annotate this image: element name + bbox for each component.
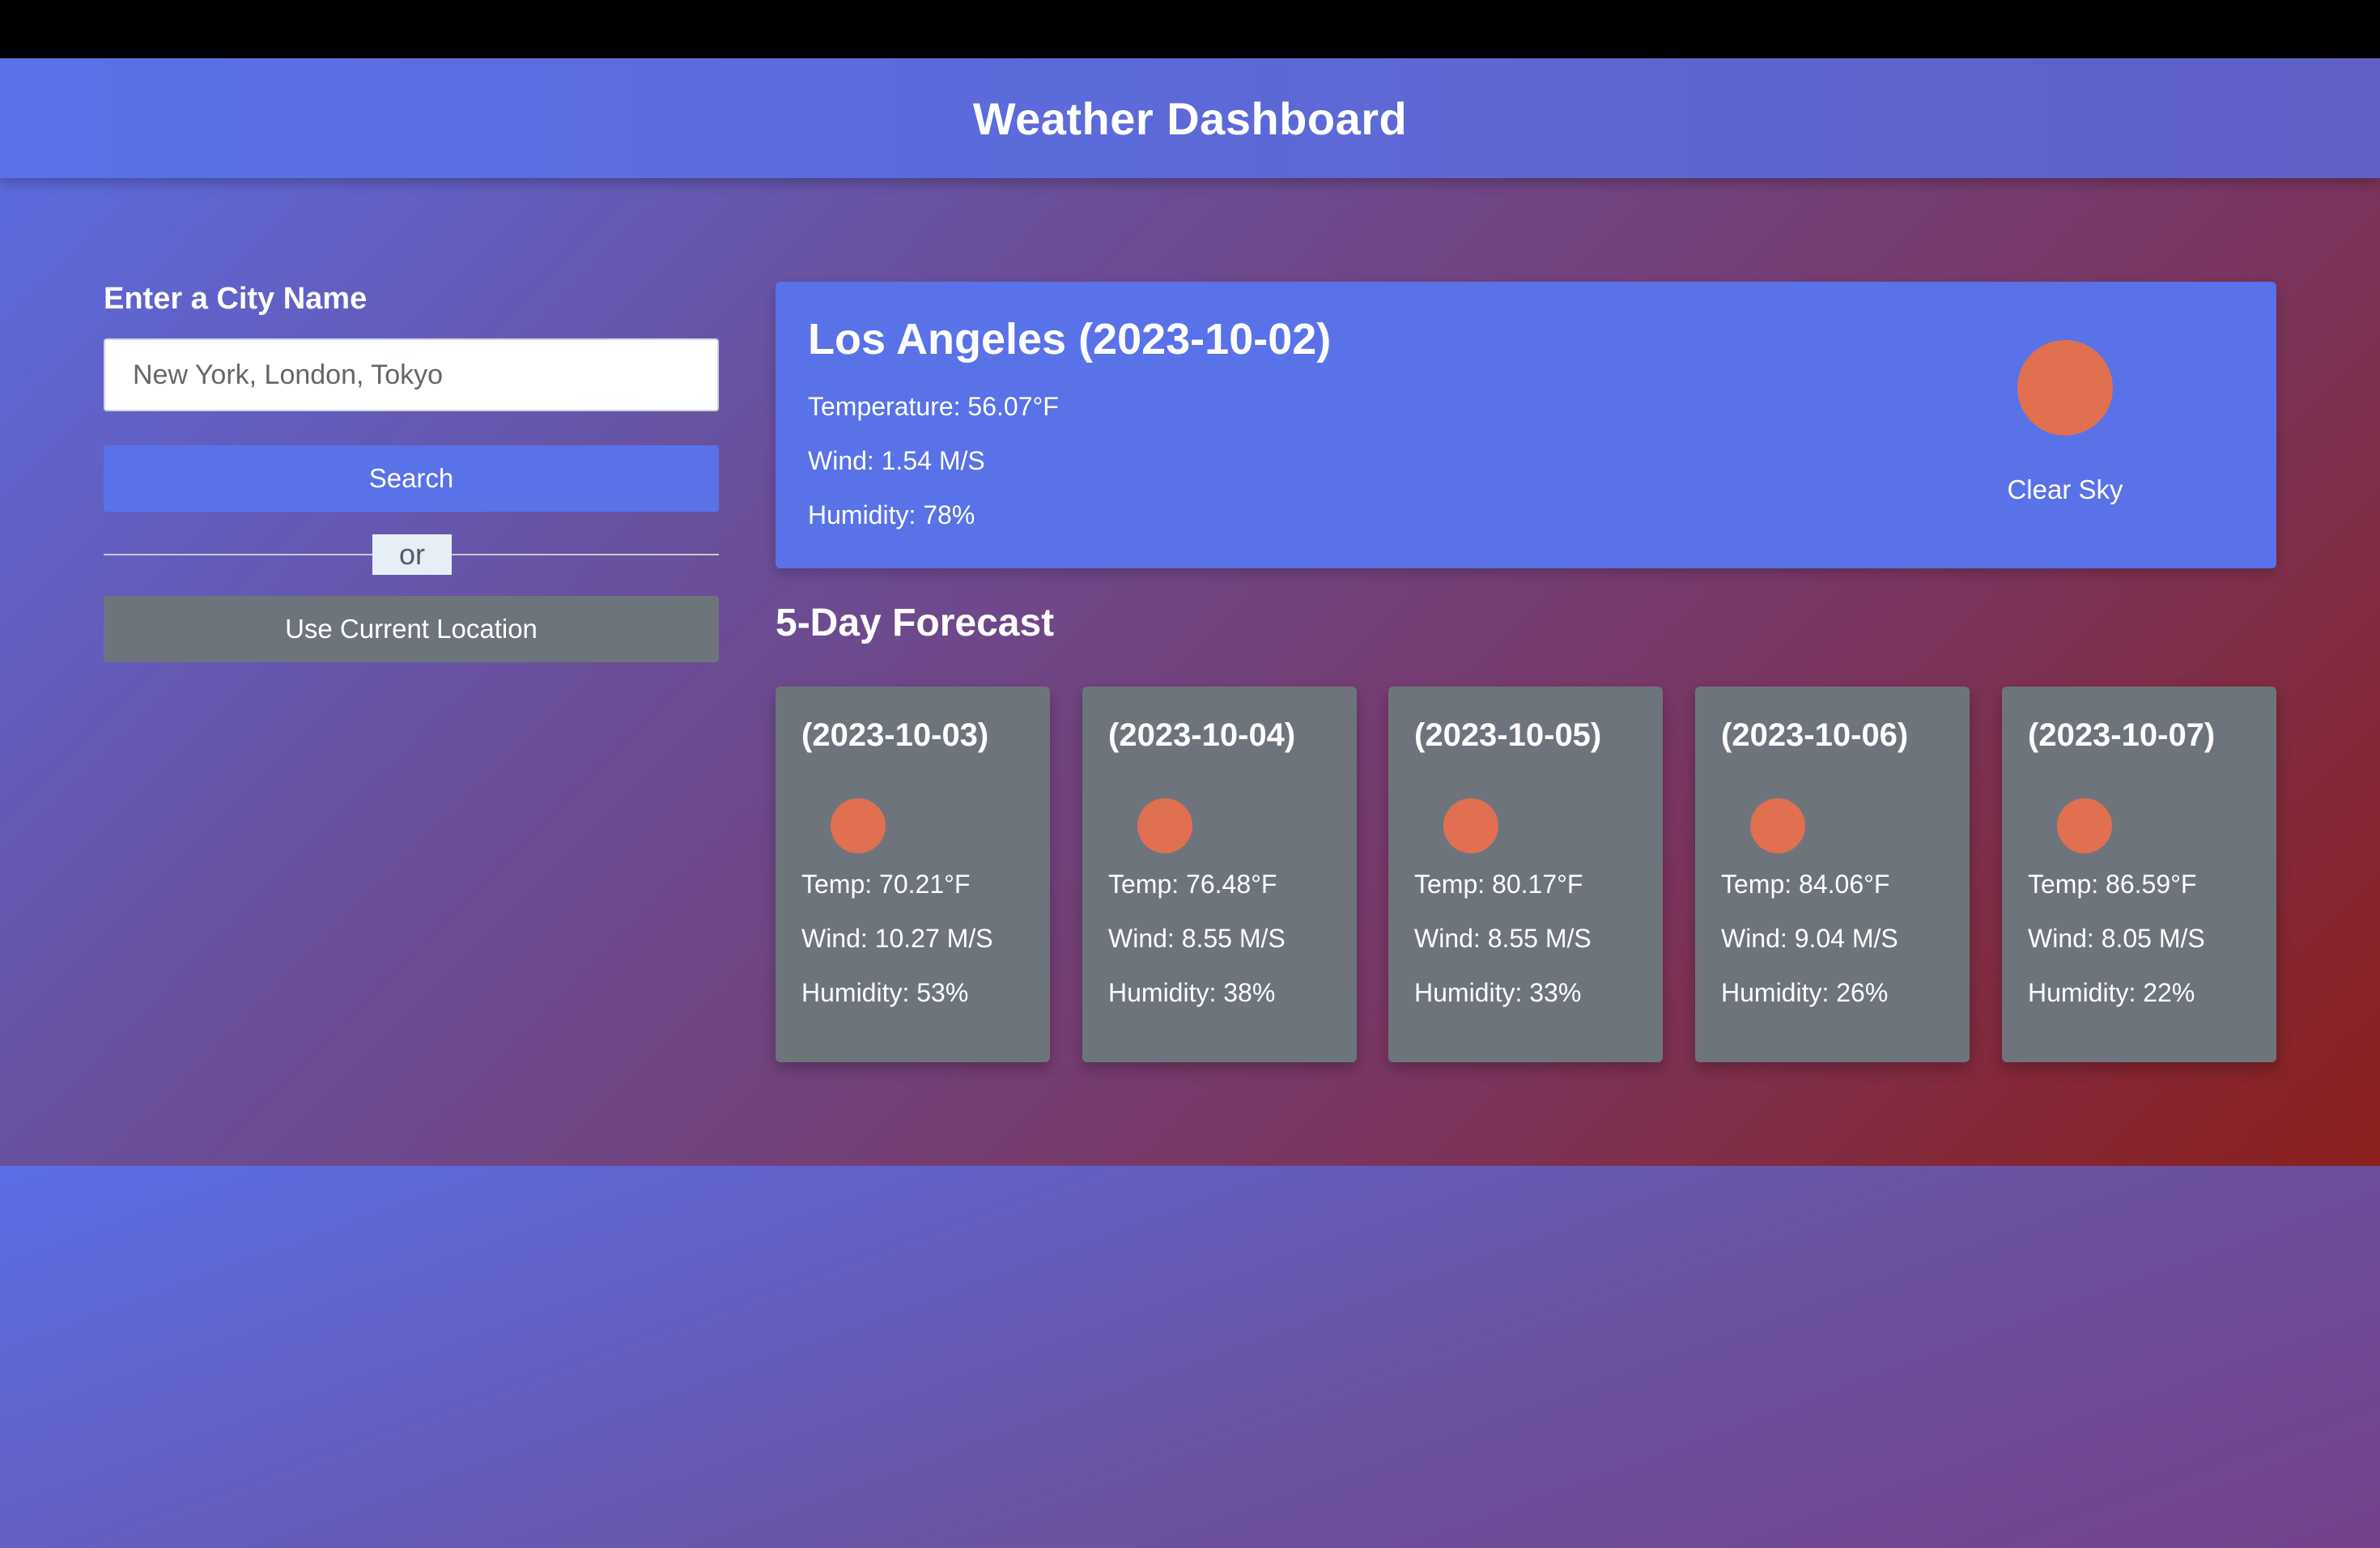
current-city-heading: Los Angeles (2023-10-02) — [808, 315, 1332, 364]
forecast-date: (2023-10-05) — [1414, 717, 1602, 753]
search-panel: Enter a City Name Search or Use Current … — [104, 282, 719, 662]
page-title: Weather Dashboard — [972, 92, 1408, 144]
forecast-date: (2023-10-03) — [801, 717, 989, 753]
forecast-date: (2023-10-06) — [1721, 717, 1909, 753]
forecast-wind: Wind: 8.55 M/S — [1414, 924, 1592, 953]
city-search-input[interactable] — [104, 338, 719, 411]
forecast-card: (2023-10-07) Temp: 86.59°F Wind: 8.05 M/… — [2002, 687, 2276, 1062]
search-button[interactable]: Search — [104, 445, 719, 512]
forecast-card: (2023-10-04) Temp: 76.48°F Wind: 8.55 M/… — [1082, 687, 1357, 1062]
app-header: Weather Dashboard — [0, 58, 2380, 178]
sun-icon — [2057, 798, 2112, 853]
city-input-label: Enter a City Name — [104, 282, 368, 316]
sun-icon — [1137, 798, 1192, 853]
sun-icon — [1750, 798, 1805, 853]
current-condition: Clear Sky — [2007, 474, 2123, 504]
forecast-temp: Temp: 76.48°F — [1108, 870, 1277, 899]
current-weather-card: Los Angeles (2023-10-02) Temperature: 56… — [776, 282, 2276, 568]
or-label: or — [372, 534, 452, 575]
forecast-temp: Temp: 70.21°F — [801, 870, 971, 899]
forecast-wind: Wind: 10.27 M/S — [801, 924, 993, 953]
forecast-temp: Temp: 80.17°F — [1414, 870, 1583, 899]
sun-icon — [2017, 340, 2113, 436]
current-temperature: Temperature: 56.07°F — [808, 392, 1059, 421]
forecast-wind: Wind: 9.04 M/S — [1721, 924, 1898, 953]
forecast-humidity: Humidity: 22% — [2028, 978, 2195, 1007]
current-wind: Wind: 1.54 M/S — [808, 446, 985, 475]
current-humidity: Humidity: 78% — [808, 500, 975, 529]
forecast-card: (2023-10-05) Temp: 80.17°F Wind: 8.55 M/… — [1388, 687, 1663, 1062]
top-black-bar — [0, 0, 2380, 58]
forecast-temp: Temp: 86.59°F — [2028, 870, 2197, 899]
forecast-date: (2023-10-07) — [2028, 717, 2216, 753]
forecast-humidity: Humidity: 53% — [801, 978, 969, 1007]
page-background-below — [0, 1166, 2380, 1548]
forecast-humidity: Humidity: 38% — [1108, 978, 1276, 1007]
forecast-cards: (2023-10-03) Temp: 70.21°F Wind: 10.27 M… — [776, 687, 2276, 1062]
forecast-card: (2023-10-03) Temp: 70.21°F Wind: 10.27 M… — [776, 687, 1050, 1062]
forecast-card: (2023-10-06) Temp: 84.06°F Wind: 9.04 M/… — [1695, 687, 1970, 1062]
forecast-title: 5-Day Forecast — [776, 602, 1055, 644]
use-current-location-button[interactable]: Use Current Location — [104, 596, 719, 662]
forecast-humidity: Humidity: 33% — [1414, 978, 1582, 1007]
sun-icon — [1443, 798, 1498, 853]
forecast-temp: Temp: 84.06°F — [1721, 870, 1890, 899]
weather-app: Weather Dashboard Enter a City Name Sear… — [0, 58, 2380, 1166]
forecast-wind: Wind: 8.05 M/S — [2028, 924, 2205, 953]
forecast-date: (2023-10-04) — [1108, 717, 1296, 753]
forecast-humidity: Humidity: 26% — [1721, 978, 1889, 1007]
forecast-wind: Wind: 8.55 M/S — [1108, 924, 1286, 953]
sun-icon — [831, 798, 886, 853]
